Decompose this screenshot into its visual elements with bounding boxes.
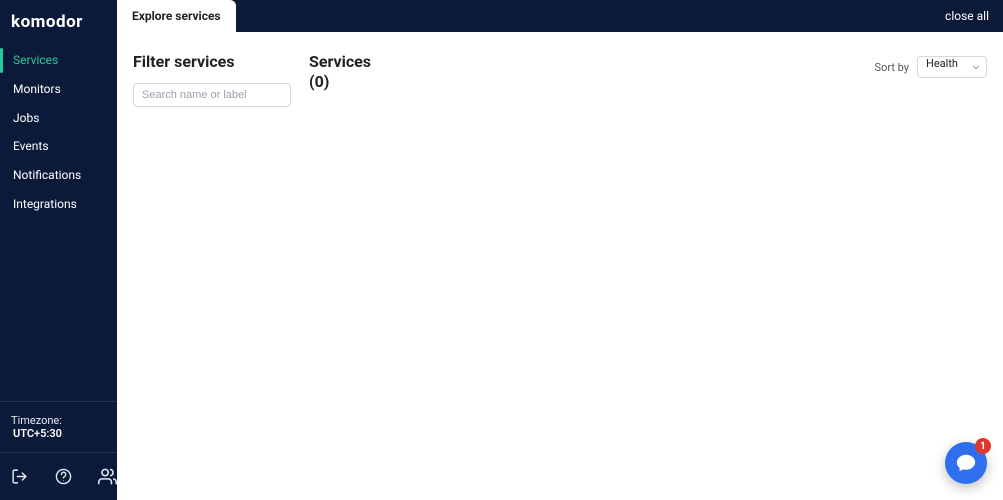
chat-button[interactable]: 1 (945, 442, 987, 484)
timezone-label: Timezone: (11, 414, 62, 427)
sidebar-item-integrations[interactable]: Integrations (0, 190, 117, 219)
sort-label: Sort by (875, 61, 909, 74)
brand-logo: komodor (0, 0, 117, 46)
logout-icon[interactable] (10, 467, 30, 487)
filter-panel: Filter services (133, 52, 309, 484)
topbar: Explore services close all (117, 0, 1003, 32)
services-header: Services (0) Sort by Health (309, 52, 987, 92)
services-panel: Services (0) Sort by Health (309, 52, 987, 484)
sidebar: komodor Services Monitors Jobs Events No… (0, 0, 117, 500)
sort-row: Sort by Health (875, 56, 987, 78)
close-all-button[interactable]: close all (945, 0, 989, 32)
sidebar-nav: Services Monitors Jobs Events Notificati… (0, 46, 117, 219)
services-title: Services (309, 52, 371, 72)
sort-select[interactable]: Health (917, 56, 987, 78)
sidebar-item-jobs[interactable]: Jobs (0, 104, 117, 133)
sidebar-item-monitors[interactable]: Monitors (0, 75, 117, 104)
services-heading: Services (0) (309, 52, 371, 92)
help-icon[interactable] (54, 467, 74, 487)
sidebar-item-events[interactable]: Events (0, 132, 117, 161)
chat-icon (955, 452, 977, 474)
sidebar-bottom-bar (0, 452, 117, 500)
chat-badge: 1 (975, 438, 991, 454)
timezone-value: UTC+5:30 (13, 427, 62, 440)
services-count: (0) (309, 72, 371, 92)
sidebar-item-services[interactable]: Services (0, 46, 117, 75)
sidebar-item-notifications[interactable]: Notifications (0, 161, 117, 190)
sort-select-wrap: Health (917, 56, 987, 78)
search-input[interactable] (133, 83, 291, 107)
content: Filter services Services (0) Sort by Hea… (117, 32, 1003, 500)
main: Explore services close all Filter servic… (117, 0, 1003, 500)
filter-title: Filter services (133, 52, 309, 71)
timezone-row[interactable]: Timezone: UTC+5:30 (0, 401, 117, 452)
users-icon[interactable] (97, 467, 117, 487)
tab-explore-services[interactable]: Explore services (117, 0, 236, 32)
